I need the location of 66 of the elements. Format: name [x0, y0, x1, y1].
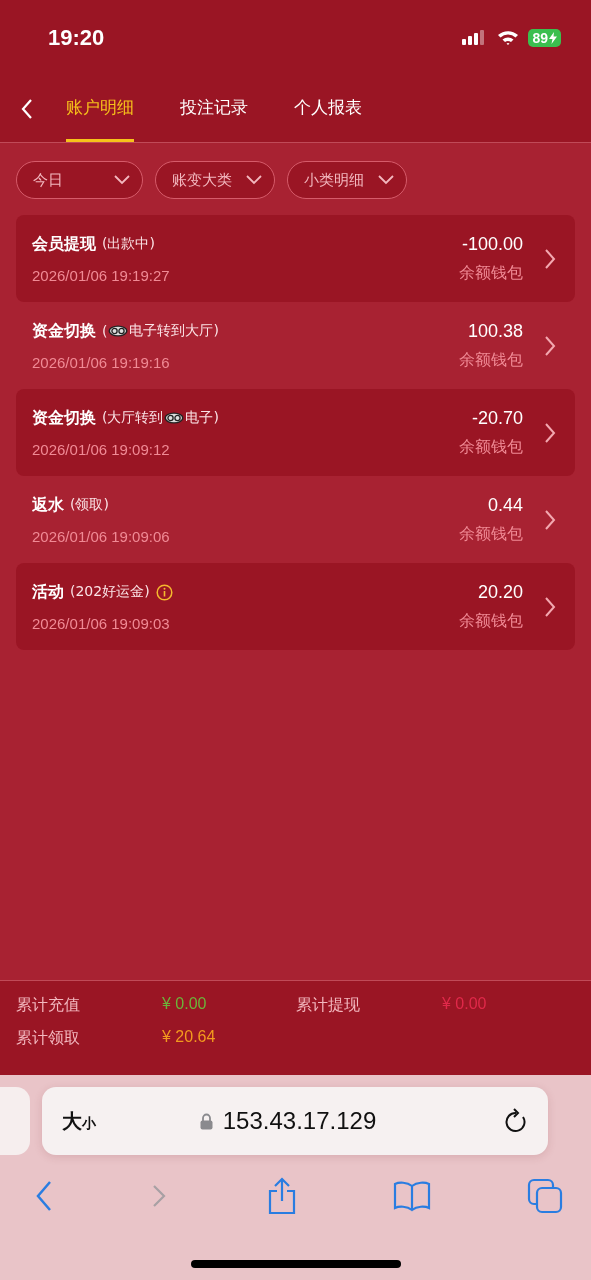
tabs-icon[interactable]: [527, 1178, 563, 1214]
record-row[interactable]: 资金切换 (大厅转到 电子) 2026/01/06 19:09:12 -20.70 余额钱包: [16, 389, 575, 476]
chevron-down-icon: [246, 175, 262, 185]
wallet-label: 余额钱包: [459, 262, 523, 284]
record-title: 资金切换: [32, 407, 96, 429]
chevron-down-icon: [114, 175, 130, 185]
record-row[interactable]: 会员提现 (出款中) 2026/01/06 19:19:27 -100.00 余额钱包: [16, 215, 575, 302]
summary-value: ¥ 0.00: [442, 995, 487, 1014]
summary-label: 累计充值: [16, 995, 81, 1016]
back-icon[interactable]: [34, 1180, 54, 1212]
record-title: 返水: [32, 494, 64, 516]
summary-value: ¥ 0.00: [162, 995, 207, 1014]
status-time: 19:20: [48, 24, 105, 51]
wallet-label: 余额钱包: [459, 349, 523, 371]
chevron-right-icon: [543, 421, 557, 444]
lock-icon: [199, 1112, 213, 1130]
record-note: (大厅转到 电子): [102, 409, 219, 427]
record-amount: -20.70: [471, 407, 523, 429]
record-amount: 100.38: [467, 320, 523, 342]
summary-value: ¥ 20.64: [162, 1028, 216, 1047]
game-logo-icon: [108, 325, 129, 337]
tab-card[interactable]: [0, 1087, 30, 1155]
tab[interactable]: 账户明细: [66, 75, 134, 142]
record-note: (出款中): [102, 235, 155, 253]
record-time: 2026/01/06 19:09:03: [32, 614, 171, 632]
record-row[interactable]: 资金切换 ( 电子转到大厅) 2026/01/06 19:19:16 100.38 余额钱包: [16, 302, 575, 389]
wallet-label: 余额钱包: [459, 610, 523, 632]
record-time: 2026/01/06 19:09:06: [32, 527, 171, 545]
record-note: (202好运金): [70, 583, 150, 601]
filter-dropdown[interactable]: 今日: [16, 161, 143, 199]
game-logo-icon: [164, 412, 185, 424]
tab[interactable]: 个人报表: [294, 75, 362, 142]
back-icon: [20, 97, 34, 120]
filter-dropdown[interactable]: 账变大类: [155, 161, 275, 199]
record-title: 会员提现: [32, 233, 96, 255]
summary-label: 累计领取: [16, 1028, 81, 1049]
url-text: 153.43.17.129: [222, 1107, 377, 1135]
battery-level: 89: [528, 28, 561, 47]
record-note: ( 电子转到大厅): [102, 322, 219, 340]
record-title: 资金切换: [32, 320, 96, 342]
record-note: (领取): [70, 496, 109, 514]
tab[interactable]: 投注记录: [180, 75, 248, 142]
wallet-label: 余额钱包: [459, 523, 523, 545]
summary-label: 累计提现: [296, 995, 361, 1016]
chevron-right-icon: [543, 334, 557, 357]
wifi-icon: [496, 29, 521, 46]
reload-icon[interactable]: [504, 1108, 528, 1134]
record-row[interactable]: 返水 (领取) 2026/01/06 19:09:06 0.44 余额钱包: [16, 476, 575, 563]
record-time: 2026/01/06 19:19:27: [32, 266, 171, 284]
chevron-right-icon: [543, 595, 557, 618]
share-icon[interactable]: [266, 1177, 297, 1215]
record-title: 活动: [32, 581, 64, 603]
bookmarks-icon[interactable]: [392, 1180, 431, 1212]
record-amount: 20.20: [477, 581, 523, 603]
chevron-down-icon: [378, 175, 394, 185]
record-amount: -100.00: [461, 233, 523, 255]
chevron-right-icon: [543, 508, 557, 531]
record-time: 2026/01/06 19:09:12: [32, 440, 171, 458]
record-amount: 0.44: [487, 494, 523, 516]
filter-dropdown[interactable]: 小类明细: [287, 161, 407, 199]
chevron-right-icon: [543, 247, 557, 270]
charging-icon: [549, 31, 557, 44]
record-time: 2026/01/06 19:19:16: [32, 353, 171, 371]
info-icon[interactable]: [155, 583, 173, 601]
wallet-label: 余额钱包: [459, 436, 523, 458]
record-row[interactable]: 活动 (202好运金) 2026/01/06 19:09:03 20.20 余额钱包: [16, 563, 575, 650]
